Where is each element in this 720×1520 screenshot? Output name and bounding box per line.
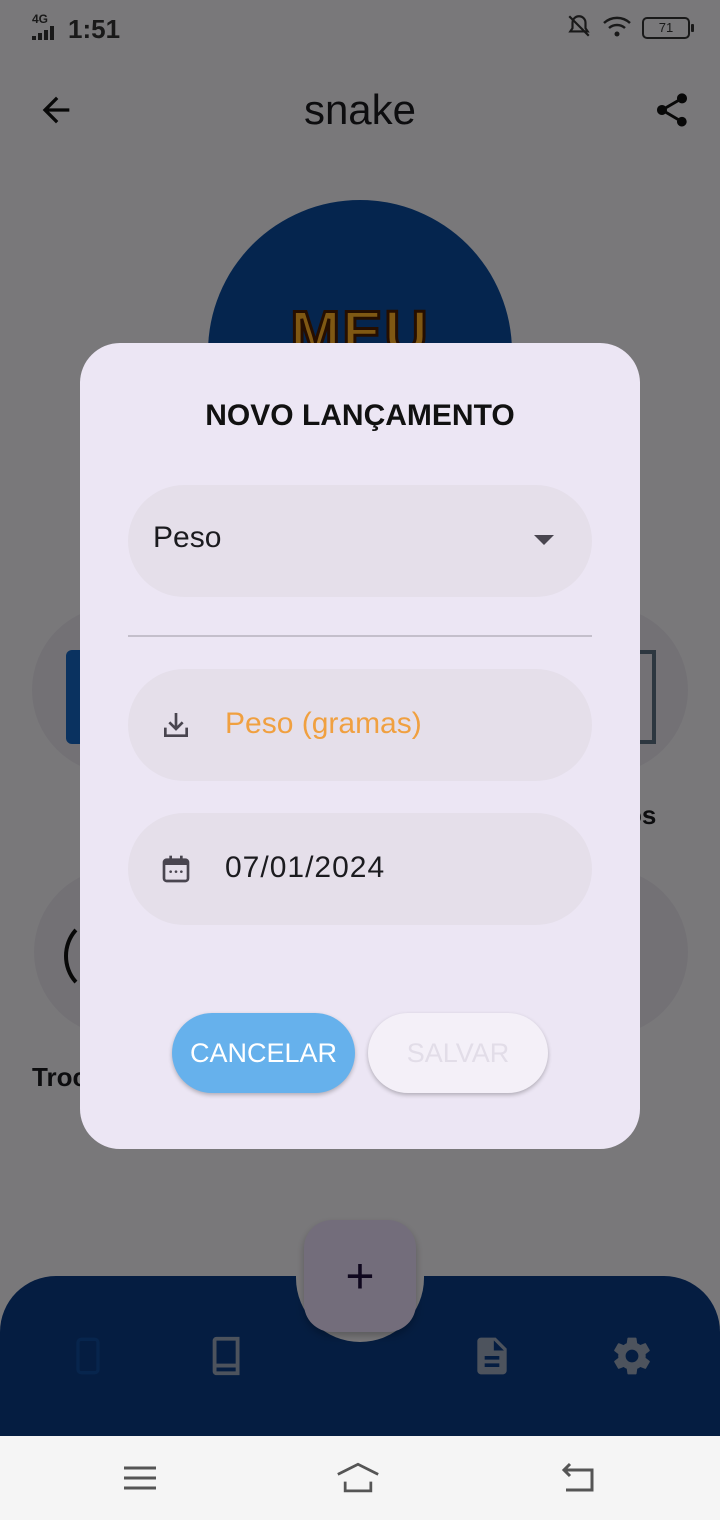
dialog-divider [128, 635, 592, 637]
system-home-button[interactable] [336, 1456, 380, 1500]
new-entry-dialog: NOVO LANÇAMENTO Peso Peso (gramas) 07/01… [80, 343, 640, 1149]
dropdown-arrow-icon [534, 535, 554, 545]
download-icon [164, 713, 188, 737]
system-menu-button[interactable] [118, 1456, 162, 1500]
menu-icon [124, 1466, 156, 1490]
entry-type-value: Peso [153, 521, 222, 554]
calendar-icon [162, 855, 190, 883]
system-navigation-bar [0, 1436, 720, 1520]
date-field[interactable]: 07/01/2024 [128, 813, 592, 925]
system-back-button[interactable] [556, 1456, 600, 1500]
weight-placeholder: Peso (gramas) [225, 707, 422, 740]
cancel-button[interactable]: CANCELAR [172, 1013, 355, 1093]
date-value: 07/01/2024 [225, 851, 386, 884]
save-button[interactable]: SALVAR [368, 1013, 548, 1093]
entry-type-select[interactable]: Peso [128, 485, 592, 597]
home-icon [337, 1462, 379, 1493]
dialog-title: NOVO LANÇAMENTO [205, 399, 515, 432]
app-screen: 4G 1:51 71 snake MEU os T [0, 0, 720, 1436]
back-icon [561, 1462, 594, 1492]
weight-field[interactable]: Peso (gramas) [128, 669, 592, 781]
